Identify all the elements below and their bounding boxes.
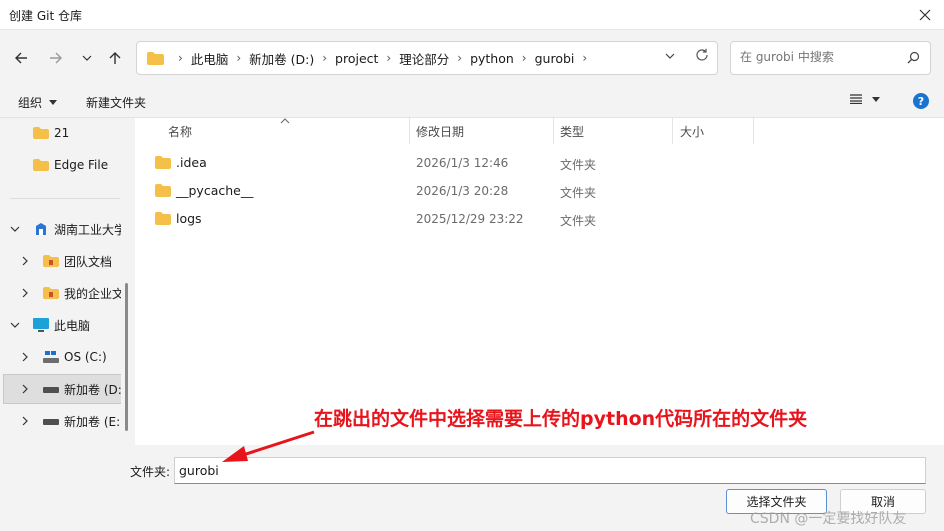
sort-ascending-icon xyxy=(280,118,290,124)
breadcrumb-chevron-icon: › xyxy=(386,51,392,65)
column-header-type[interactable]: 类型 xyxy=(560,118,584,144)
new-folder-button[interactable]: 新建文件夹 xyxy=(86,94,146,111)
shared-folder-icon xyxy=(43,255,59,267)
breadcrumb-this-pc[interactable]: 此电脑 xyxy=(191,49,229,68)
breadcrumb-chevron-icon: › xyxy=(236,51,242,65)
breadcrumb-chevron-icon: › xyxy=(521,51,527,65)
file-row[interactable]: __pycache__ 2026/1/3 20:28 文件夹 xyxy=(135,177,755,205)
address-bar[interactable]: › 此电脑 › 新加卷 (D:) › project › 理论部分 › pyth… xyxy=(136,41,718,75)
scrollbar-thumb[interactable] xyxy=(125,283,128,431)
chevron-right-icon xyxy=(22,256,28,266)
back-arrow-icon[interactable] xyxy=(10,47,32,69)
file-name: .idea xyxy=(176,155,207,170)
windows-drive-icon xyxy=(43,351,59,363)
search-icon[interactable] xyxy=(907,51,920,67)
sidebar-item-21[interactable]: 21 xyxy=(33,119,69,147)
sidebar-item-this-pc[interactable]: 此电脑 xyxy=(10,311,90,339)
recent-chevron-down-icon[interactable] xyxy=(76,47,98,69)
drive-icon xyxy=(43,387,59,393)
file-row[interactable]: .idea 2026/1/3 12:46 文件夹 xyxy=(135,149,755,177)
sidebar-item-drive-c[interactable]: OS (C:) xyxy=(20,343,107,371)
command-toolbar: 组织 新建文件夹 ? xyxy=(0,86,944,118)
help-icon[interactable]: ? xyxy=(913,93,929,109)
sidebar-item-university[interactable]: 湖南工业大学 xyxy=(10,215,126,243)
search-input[interactable] xyxy=(740,42,905,72)
file-date: 2026/1/3 20:28 xyxy=(416,184,509,198)
file-type: 文件夹 xyxy=(560,214,597,228)
sidebar-item-team-docs[interactable]: 团队文档 xyxy=(20,247,112,275)
organize-menu[interactable]: 组织 xyxy=(18,94,58,111)
folder-icon xyxy=(33,159,49,171)
breadcrumb-drive-d[interactable]: 新加卷 (D:) xyxy=(249,49,314,68)
shared-folder-icon xyxy=(43,287,59,299)
folder-icon xyxy=(155,184,171,197)
list-view-icon xyxy=(850,94,862,104)
chevron-right-icon xyxy=(22,288,28,298)
forward-arrow-icon[interactable] xyxy=(45,47,67,69)
column-divider[interactable] xyxy=(753,118,754,144)
column-header-date[interactable]: 修改日期 xyxy=(416,118,464,144)
title-bar: 创建 Git 仓库 xyxy=(0,0,944,30)
folder-icon xyxy=(33,127,49,139)
breadcrumb-chevron-icon: › xyxy=(582,51,588,65)
monitor-icon xyxy=(33,318,49,332)
up-arrow-icon[interactable] xyxy=(104,47,126,69)
folder-label: 文件夹: xyxy=(130,465,171,479)
file-name: logs xyxy=(176,211,202,226)
address-history-chevron-icon[interactable] xyxy=(665,50,675,64)
breadcrumb-chevron-icon: › xyxy=(457,51,463,65)
sidebar-item-drive-d[interactable]: 新加卷 (D:) xyxy=(3,374,131,404)
breadcrumb-project[interactable]: project xyxy=(335,51,378,66)
file-date: 2026/1/3 12:46 xyxy=(416,156,509,170)
column-divider[interactable] xyxy=(553,118,554,144)
breadcrumb-python[interactable]: python xyxy=(470,51,514,66)
chevron-right-icon xyxy=(22,352,28,362)
file-name: __pycache__ xyxy=(176,183,254,198)
column-header-size[interactable]: 大小 xyxy=(680,118,704,144)
sidebar-item-edge-file[interactable]: Edge File xyxy=(33,151,108,179)
organize-label: 组织 xyxy=(18,96,43,110)
column-divider[interactable] xyxy=(672,118,673,144)
navigation-pane: 21 Edge File 湖南工业大学 团队文档 我的企业文档 此电脑 OS (… xyxy=(0,118,131,445)
file-type: 文件夹 xyxy=(560,186,597,200)
view-options-button[interactable] xyxy=(850,94,880,104)
dropdown-triangle-icon xyxy=(49,100,58,105)
cloud-org-icon xyxy=(36,223,46,235)
folder-icon xyxy=(155,212,171,225)
window-title: 创建 Git 仓库 xyxy=(9,9,82,23)
breadcrumb-chevron-icon: › xyxy=(322,51,328,65)
refresh-icon[interactable] xyxy=(695,48,709,65)
search-box[interactable] xyxy=(730,41,931,75)
chevron-right-icon xyxy=(22,416,28,426)
breadcrumb-theory[interactable]: 理论部分 xyxy=(399,49,449,68)
annotation-text: 在跳出的文件中选择需要上传的python代码所在的文件夹 xyxy=(314,408,808,430)
navigation-bar: › 此电脑 › 新加卷 (D:) › project › 理论部分 › pyth… xyxy=(0,30,944,86)
close-icon[interactable] xyxy=(914,4,936,26)
file-list: 名称 修改日期 类型 大小 .idea 2026/1/3 12:46 文件夹 _… xyxy=(135,118,944,445)
annotation-arrow-icon xyxy=(222,430,315,462)
dropdown-triangle-icon xyxy=(872,96,880,102)
chevron-right-icon xyxy=(22,384,28,394)
sidebar-divider xyxy=(10,198,120,199)
file-row[interactable]: logs 2025/12/29 23:22 文件夹 xyxy=(135,205,755,233)
folder-icon xyxy=(155,156,171,169)
file-type: 文件夹 xyxy=(560,158,597,172)
sidebar-item-enterprise-docs[interactable]: 我的企业文档 xyxy=(20,279,131,307)
file-date: 2025/12/29 23:22 xyxy=(416,212,524,226)
chevron-down-icon xyxy=(10,322,20,328)
breadcrumb-chevron-icon: › xyxy=(178,51,183,65)
breadcrumb-gurobi[interactable]: gurobi xyxy=(535,51,575,66)
column-header-name[interactable]: 名称 xyxy=(168,118,192,144)
watermark: CSDN @一定要找好队友 xyxy=(750,511,907,527)
column-divider[interactable] xyxy=(409,118,410,144)
sidebar-scrollbar[interactable] xyxy=(121,118,131,445)
chevron-down-icon xyxy=(10,226,20,232)
folder-icon xyxy=(147,51,164,65)
sidebar-item-drive-e[interactable]: 新加卷 (E:) xyxy=(20,407,125,435)
drive-icon xyxy=(43,419,59,425)
